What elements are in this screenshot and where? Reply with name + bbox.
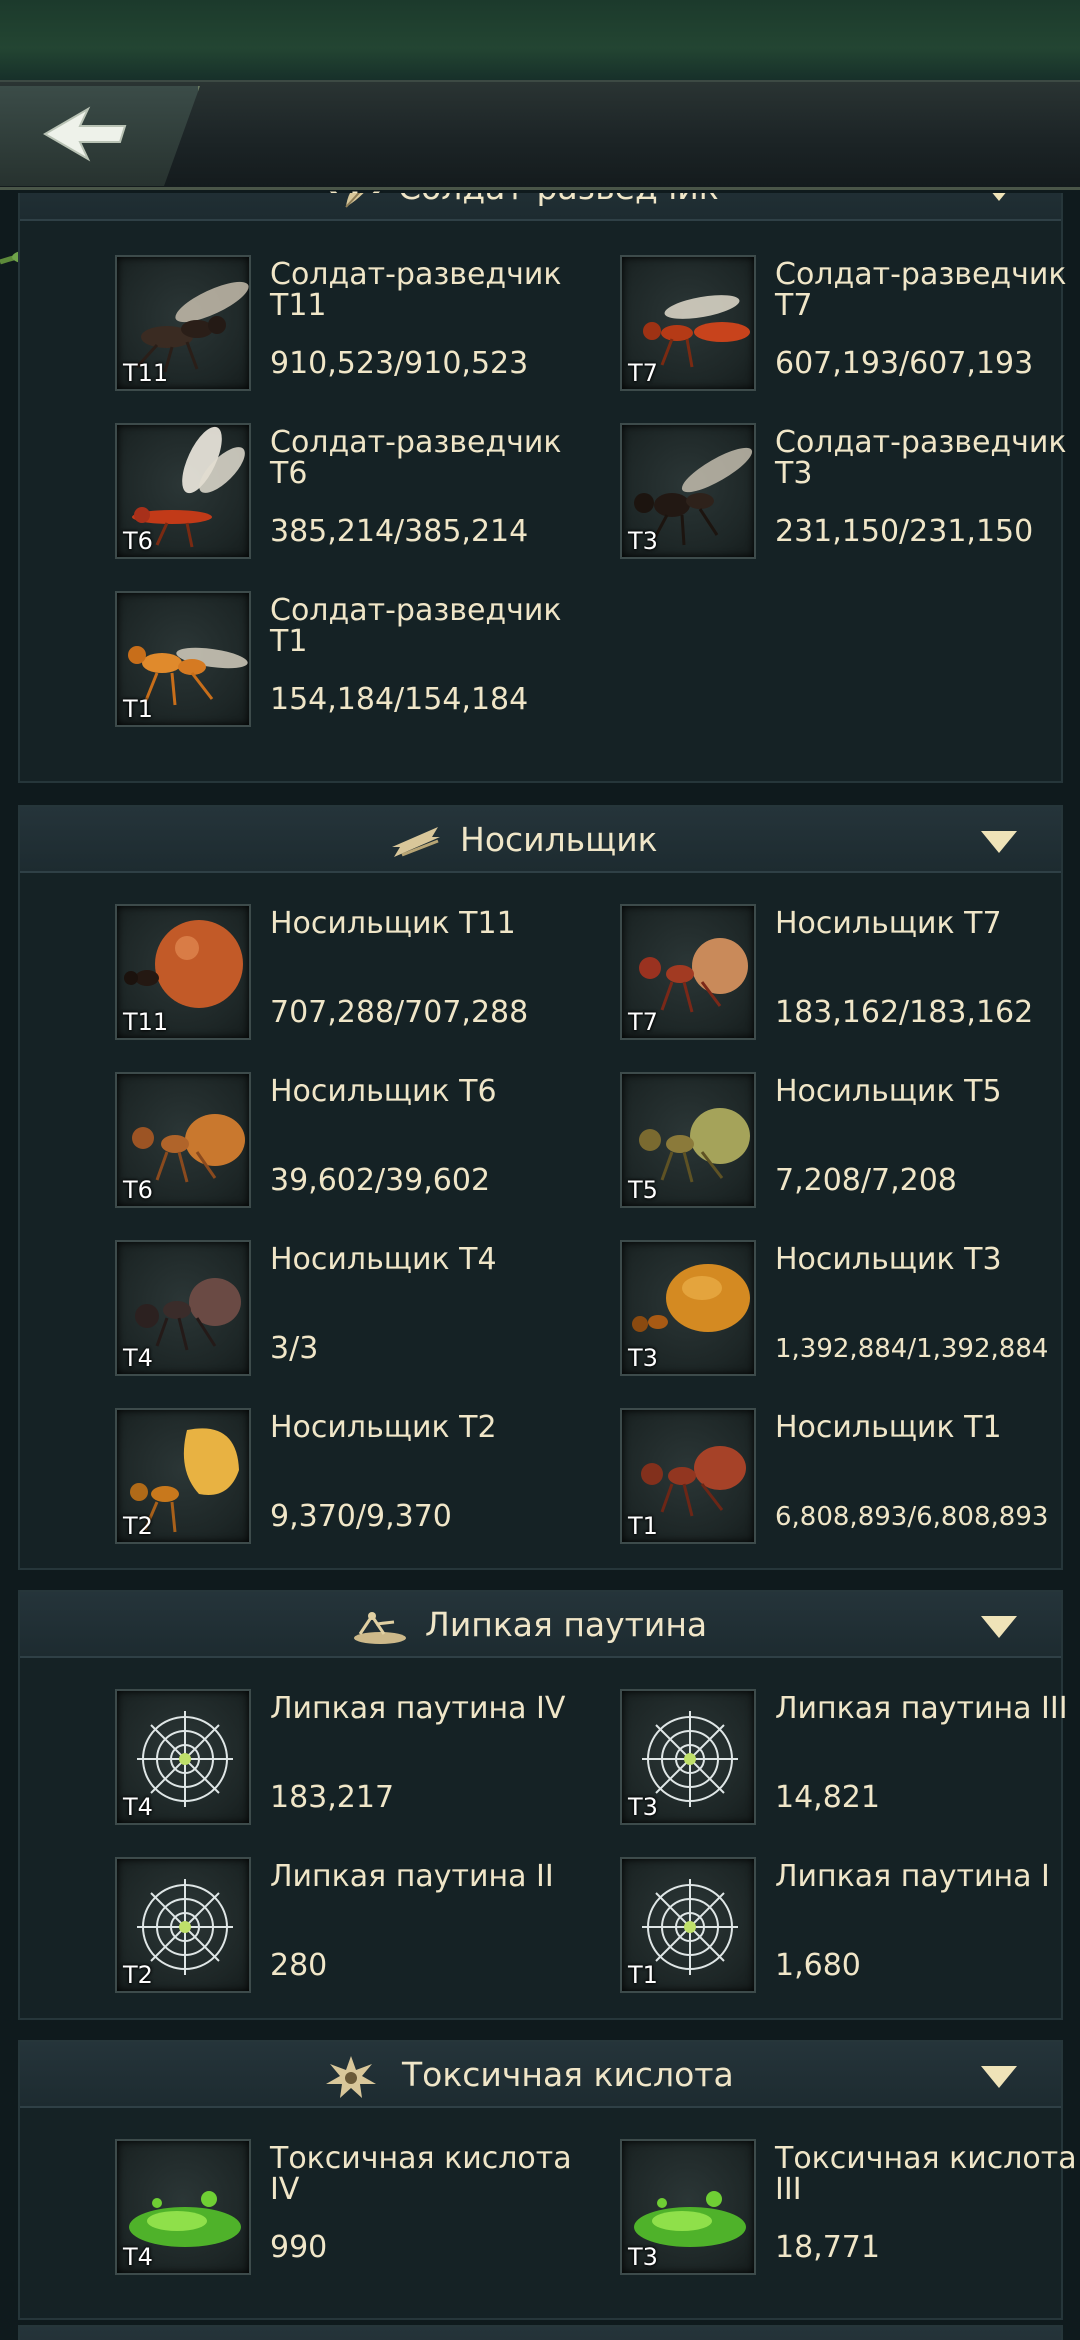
carrier-icon <box>392 827 440 857</box>
unit-card[interactable]: T1 Солдат-разведчик T1 154,184/154,184 <box>115 591 595 731</box>
chevron-down-icon <box>981 1616 1017 1638</box>
chevron-down-icon <box>981 831 1017 853</box>
unit-card[interactable]: T1 Носильщик T1 6,808,893/6,808,893 <box>620 1408 1080 1548</box>
feather-icon <box>345 193 364 208</box>
unit-name: Солдат-разведчик T1 <box>270 593 562 659</box>
unit-thumbnail: T7 <box>620 904 756 1040</box>
unit-thumbnail: T6 <box>115 1072 251 1208</box>
unit-name: Солдат-разведчик T3 <box>775 425 1067 491</box>
unit-count: 607,193/607,193 <box>775 346 1034 381</box>
jungle-background <box>0 0 1080 80</box>
unit-card[interactable]: T7 Солдат-разведчик T7 607,193/607,193 <box>620 255 1080 395</box>
unit-thumbnail: T5 <box>620 1072 756 1208</box>
unit-card[interactable]: T3 Липкая паутина III 14,821 <box>620 1689 1080 1829</box>
section-header[interactable] <box>20 2327 1061 2340</box>
unit-thumbnail: T3 <box>620 2139 756 2275</box>
unit-thumbnail: T4 <box>115 1240 251 1376</box>
unit-thumbnail: T11 <box>115 904 251 1040</box>
unit-count: 183,217 <box>270 1780 395 1815</box>
section-sticky-web: Липкая паутина T4 Липкая паутина IV 183,… <box>18 1590 1068 2020</box>
unit-count: 385,214/385,214 <box>270 514 529 549</box>
unit-card[interactable]: T6 Носильщик T6 39,602/39,602 <box>115 1072 595 1212</box>
web-trap-icon <box>354 1612 406 1644</box>
unit-card[interactable]: T11 Носильщик T11 707,288/707,288 <box>115 904 595 1044</box>
section-toxic-acid: Токсичная кислота T4 Токсичная кислота I… <box>18 2040 1077 2320</box>
unit-count: 1,680 <box>775 1948 861 1983</box>
section-carrier: Носильщик T11 Носильщик T11 707,288/707,… <box>18 805 1063 1570</box>
unit-name: Носильщик T11 <box>270 906 516 941</box>
unit-count: 3/3 <box>270 1331 319 1366</box>
unit-count: 154,184/154,184 <box>270 682 529 717</box>
unit-name: Липкая паутина III <box>775 1691 1068 1726</box>
unit-count: 39,602/39,602 <box>270 1163 491 1198</box>
unit-card[interactable]: T7 Носильщик T7 183,162/183,162 <box>620 904 1080 1044</box>
section-header[interactable]: Токсичная кислота <box>20 2042 1061 2108</box>
unit-card[interactable]: T3 Токсичная кислота III 18,771 <box>620 2139 1080 2279</box>
unit-card[interactable]: T11 Солдат-разведчик T11 910,523/910,523 <box>115 255 595 395</box>
unit-thumbnail: T3 <box>620 1240 756 1376</box>
unit-thumbnail: T1 <box>620 1857 756 1993</box>
section-header[interactable]: Солдат-разведчик <box>20 193 1061 221</box>
unit-name: Солдат-разведчик T11 <box>270 257 562 323</box>
unit-name: Липкая паутина I <box>775 1859 1050 1894</box>
unit-count: 6,808,893/6,808,893 <box>775 1502 1049 1532</box>
unit-card[interactable]: T4 Липкая паутина IV 183,217 <box>115 1689 595 1829</box>
unit-card[interactable]: T2 Носильщик T2 9,370/9,370 <box>115 1408 595 1548</box>
unit-count: 910,523/910,523 <box>270 346 529 381</box>
unit-thumbnail: T2 <box>115 1408 251 1544</box>
top-bar: Жилище солдат <box>0 80 1080 270</box>
unit-card[interactable]: T3 Солдат-разведчик T3 231,150/231,150 <box>620 423 1080 563</box>
unit-count: 183,162/183,162 <box>775 995 1034 1030</box>
toxic-burst-icon <box>326 2056 376 2098</box>
section-header[interactable]: Носильщик <box>20 807 1061 873</box>
unit-thumbnail: T3 <box>620 1689 756 1825</box>
unit-thumbnail: T4 <box>115 2139 251 2275</box>
unit-name: Носильщик T1 <box>775 1410 1002 1445</box>
scroll-content[interactable]: Солдат-разведчик T11 Солдат-разведчик T1… <box>0 193 1080 2340</box>
unit-thumbnail: T11 <box>115 255 251 391</box>
unit-count: 9,370/9,370 <box>270 1499 452 1534</box>
unit-count: 990 <box>270 2230 328 2265</box>
chevron-down-icon <box>981 193 1017 201</box>
unit-name: Токсичная кислота IV <box>270 2141 572 2207</box>
section-next <box>18 2325 1063 2340</box>
unit-count: 14,821 <box>775 1780 880 1815</box>
unit-count: 7,208/7,208 <box>775 1163 957 1198</box>
unit-card[interactable]: T3 Носильщик T3 1,392,884/1,392,884 <box>620 1240 1080 1380</box>
unit-count: 707,288/707,288 <box>270 995 529 1030</box>
unit-count: 18,771 <box>775 2230 880 2265</box>
unit-name: Солдат-разведчик T6 <box>270 425 562 491</box>
unit-thumbnail: T1 <box>620 1408 756 1544</box>
unit-count: 280 <box>270 1948 328 1983</box>
unit-name: Токсичная кислота III <box>775 2141 1077 2207</box>
unit-name: Носильщик T7 <box>775 906 1002 941</box>
unit-thumbnail: T2 <box>115 1857 251 1993</box>
unit-thumbnail: T3 <box>620 423 756 559</box>
unit-count: 231,150/231,150 <box>775 514 1034 549</box>
unit-card[interactable]: T6 Солдат-разведчик T6 385,214/385,214 <box>115 423 595 563</box>
unit-name: Носильщик T2 <box>270 1410 497 1445</box>
unit-thumbnail: T4 <box>115 1689 251 1825</box>
unit-card[interactable]: T4 Токсичная кислота IV 990 <box>115 2139 595 2279</box>
unit-thumbnail: T7 <box>620 255 756 391</box>
unit-count: 1,392,884/1,392,884 <box>775 1334 1049 1364</box>
unit-name: Носильщик T3 <box>775 1242 1002 1277</box>
unit-name: Липкая паутина II <box>270 1859 554 1894</box>
unit-name: Носильщик T4 <box>270 1242 497 1277</box>
section-header[interactable]: Липкая паутина <box>20 1592 1061 1658</box>
back-button[interactable] <box>0 86 200 186</box>
unit-name: Солдат-разведчик T7 <box>775 257 1067 323</box>
unit-thumbnail: T1 <box>115 591 251 727</box>
unit-name: Носильщик T5 <box>775 1074 1002 1109</box>
unit-thumbnail: T6 <box>115 423 251 559</box>
unit-name: Носильщик T6 <box>270 1074 497 1109</box>
unit-card[interactable]: T1 Липкая паутина I 1,680 <box>620 1857 1080 1997</box>
section-scout: Солдат-разведчик T11 Солдат-разведчик T1… <box>18 193 1067 783</box>
back-arrow-icon <box>43 106 127 162</box>
chevron-down-icon <box>981 2066 1017 2088</box>
unit-name: Липкая паутина IV <box>270 1691 566 1726</box>
unit-card[interactable]: T5 Носильщик T5 7,208/7,208 <box>620 1072 1080 1212</box>
unit-card[interactable]: T2 Липкая паутина II 280 <box>115 1857 595 1997</box>
unit-card[interactable]: T4 Носильщик T4 3/3 <box>115 1240 595 1380</box>
